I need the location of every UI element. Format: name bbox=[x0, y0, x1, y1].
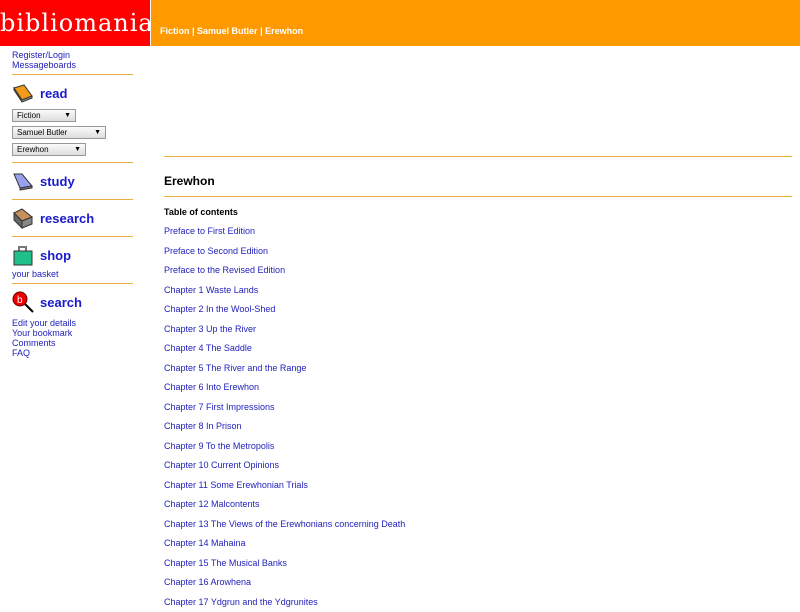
research-section[interactable]: research bbox=[12, 204, 133, 232]
chapter-link[interactable]: Chapter 11 Some Erewhonian Trials bbox=[164, 476, 792, 496]
research-book-icon bbox=[12, 207, 34, 229]
chapter-link[interactable]: Chapter 6 Into Erewhon bbox=[164, 378, 792, 398]
read-section[interactable]: read bbox=[12, 79, 133, 107]
divider bbox=[164, 196, 792, 197]
study-section[interactable]: study bbox=[12, 167, 133, 195]
shop-label: shop bbox=[40, 248, 71, 263]
comments-link[interactable]: Comments bbox=[12, 338, 133, 348]
read-label: read bbox=[40, 86, 67, 101]
chapter-link[interactable]: Chapter 16 Arowhena bbox=[164, 573, 792, 593]
title-select[interactable]: Erewhon bbox=[12, 143, 86, 156]
breadcrumb-fiction[interactable]: Fiction bbox=[160, 26, 190, 36]
your-basket-link[interactable]: your basket bbox=[12, 269, 133, 279]
chapter-link[interactable]: Chapter 4 The Saddle bbox=[164, 339, 792, 359]
breadcrumb: Fiction | Samuel Butler | Erewhon bbox=[151, 0, 800, 46]
page-title: Erewhon bbox=[164, 157, 792, 196]
chapter-link[interactable]: Chapter 14 Mahaina bbox=[164, 534, 792, 554]
chapter-link[interactable]: Chapter 1 Waste Lands bbox=[164, 281, 792, 301]
chapter-link[interactable]: Chapter 2 In the Wool-Shed bbox=[164, 300, 792, 320]
research-label: research bbox=[40, 211, 94, 226]
chapter-link[interactable]: Chapter 5 The River and the Range bbox=[164, 359, 792, 379]
chapter-link[interactable]: Chapter 9 To the Metropolis bbox=[164, 437, 792, 457]
breadcrumb-author[interactable]: Samuel Butler bbox=[197, 26, 258, 36]
genre-select[interactable]: Fiction bbox=[12, 109, 76, 122]
chapter-link[interactable]: Chapter 3 Up the River bbox=[164, 320, 792, 340]
toc-heading: Table of contents bbox=[164, 207, 792, 217]
chapter-link[interactable]: Chapter 13 The Views of the Erewhonians … bbox=[164, 515, 792, 535]
svg-text:b: b bbox=[17, 295, 23, 306]
chapter-link[interactable]: Chapter 10 Current Opinions bbox=[164, 456, 792, 476]
divider bbox=[12, 283, 133, 284]
divider bbox=[12, 236, 133, 237]
chapter-link[interactable]: Preface to First Edition bbox=[164, 222, 792, 242]
shopping-bag-icon bbox=[12, 244, 34, 266]
messageboards-link[interactable]: Messageboards bbox=[12, 60, 133, 70]
study-label: study bbox=[40, 174, 75, 189]
divider bbox=[12, 199, 133, 200]
edit-details-link[interactable]: Edit your details bbox=[12, 318, 133, 328]
faq-link[interactable]: FAQ bbox=[12, 348, 133, 358]
header: bibliomania Fiction | Samuel Butler | Er… bbox=[0, 0, 800, 46]
chapter-list: Preface to First EditionPreface to Secon… bbox=[164, 222, 792, 612]
author-select[interactable]: Samuel Butler bbox=[12, 126, 106, 139]
chapter-link[interactable]: Preface to the Revised Edition bbox=[164, 261, 792, 281]
search-label: search bbox=[40, 295, 82, 310]
shop-section[interactable]: shop bbox=[12, 241, 133, 269]
breadcrumb-book[interactable]: Erewhon bbox=[265, 26, 303, 36]
study-book-icon bbox=[12, 170, 34, 192]
logo[interactable]: bibliomania bbox=[0, 0, 150, 46]
chapter-link[interactable]: Chapter 7 First Impressions bbox=[164, 398, 792, 418]
chapter-link[interactable]: Preface to Second Edition bbox=[164, 242, 792, 262]
divider bbox=[12, 162, 133, 163]
register-login-link[interactable]: Register/Login bbox=[12, 50, 133, 60]
search-section[interactable]: b search bbox=[12, 288, 133, 316]
bookmark-link[interactable]: Your bookmark bbox=[12, 328, 133, 338]
magnifier-icon: b bbox=[12, 291, 34, 313]
book-icon bbox=[12, 82, 34, 104]
sidebar: Register/Login Messageboards read Fictio… bbox=[12, 50, 133, 358]
chapter-link[interactable]: Chapter 15 The Musical Banks bbox=[164, 554, 792, 574]
divider bbox=[12, 74, 133, 75]
chapter-link[interactable]: Chapter 8 In Prison bbox=[164, 417, 792, 437]
chapter-link[interactable]: Chapter 12 Malcontents bbox=[164, 495, 792, 515]
main-content: Erewhon Table of contents Preface to Fir… bbox=[164, 156, 792, 612]
chapter-link[interactable]: Chapter 17 Ydgrun and the Ydgrunites bbox=[164, 593, 792, 612]
